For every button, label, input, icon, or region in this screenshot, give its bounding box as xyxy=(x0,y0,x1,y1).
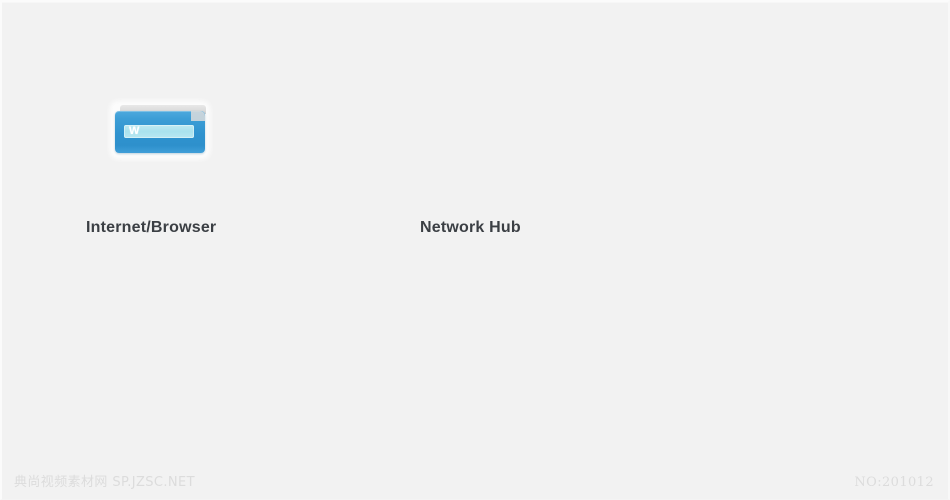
watermark-left: 典尚视频素材网 SP.JZSC.NET xyxy=(14,475,196,490)
browser-address-bar: W xyxy=(124,125,194,138)
node-label-internet-browser: Internet/Browser xyxy=(86,219,217,236)
watermark-right: NO:201012 xyxy=(854,475,934,490)
icon-slot-network-hub[interactable] xyxy=(420,102,540,174)
node-network-hub[interactable]: Network Hub xyxy=(420,102,680,236)
browser-logo-glyph: W xyxy=(129,125,139,137)
node-internet-browser[interactable]: W Internet/Browser xyxy=(86,101,346,236)
diagram-canvas: W Internet/Browser Network Hub 典尚视频素材网 S… xyxy=(0,0,950,500)
node-label-network-hub: Network Hub xyxy=(420,219,521,236)
browser-window-body: W xyxy=(115,111,205,153)
icon-slot-internet-browser[interactable]: W xyxy=(86,101,210,174)
browser-corner-notch xyxy=(191,111,205,121)
browser-window-icon[interactable]: W xyxy=(110,101,210,159)
